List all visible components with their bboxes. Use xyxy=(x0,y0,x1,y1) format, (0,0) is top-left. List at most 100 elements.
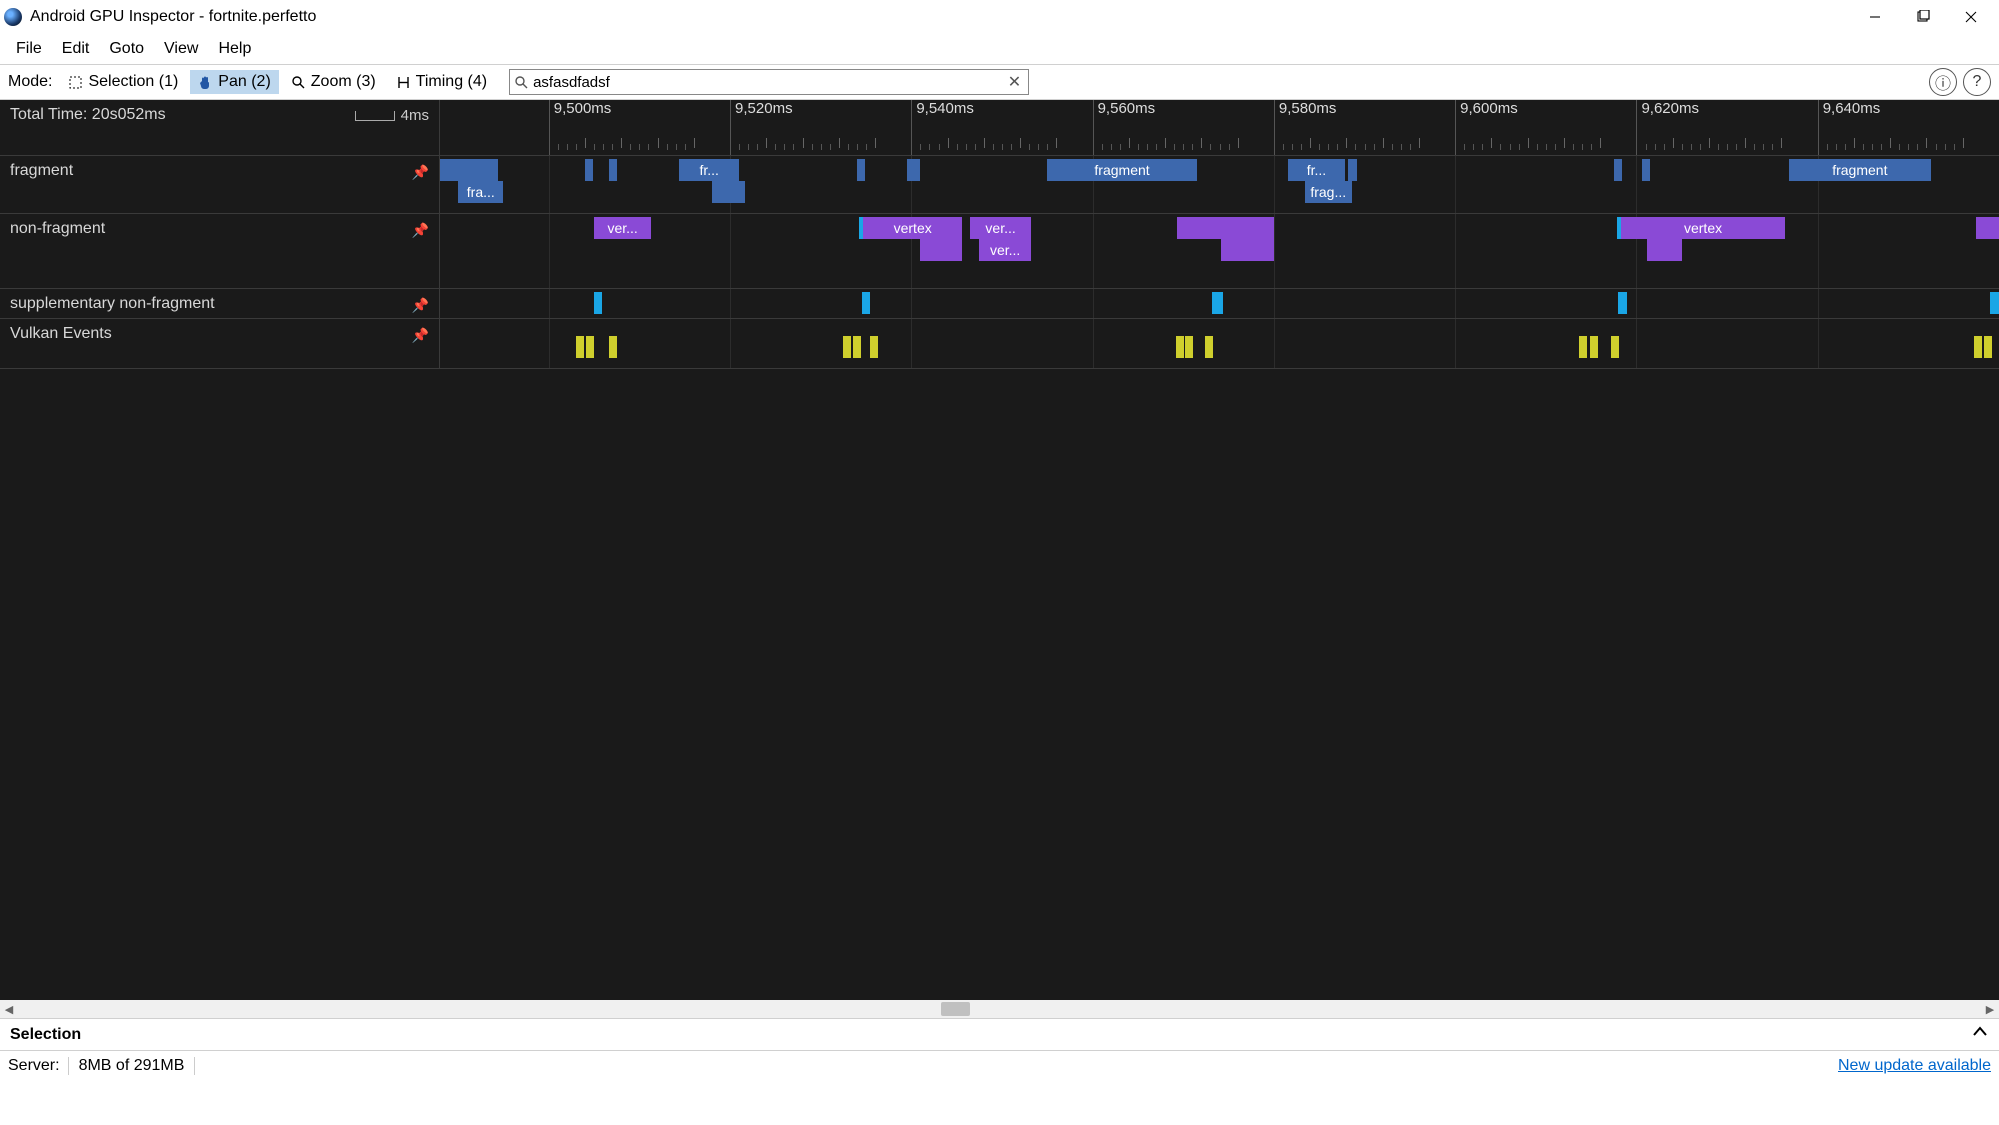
track-content[interactable]: fra...fr...fragmentfr...frag...fragment xyxy=(440,156,1999,213)
pin-icon[interactable]: 📌 xyxy=(412,297,429,314)
menu-help[interactable]: Help xyxy=(208,36,261,62)
timeline-segment[interactable] xyxy=(1976,217,1999,239)
zoom-icon xyxy=(291,75,306,90)
timeline-segment[interactable] xyxy=(1185,336,1193,358)
pin-icon[interactable]: 📌 xyxy=(412,327,429,344)
selection-panel-title: Selection xyxy=(10,1026,81,1044)
track-row: Vulkan Events 📌 xyxy=(0,319,1999,369)
timeline-segment[interactable] xyxy=(1177,217,1274,239)
title-bar: Android GPU Inspector - fortnite.perfett… xyxy=(0,0,1999,34)
timeline-segment[interactable] xyxy=(1579,336,1587,358)
pin-icon[interactable]: 📌 xyxy=(412,164,429,181)
track-label: Vulkan Events xyxy=(10,325,112,343)
track-content[interactable] xyxy=(440,319,1999,368)
mode-zoom-button[interactable]: Zoom (3) xyxy=(283,70,384,94)
timeline-segment[interactable]: vertex xyxy=(1621,217,1785,239)
timeline-segment[interactable] xyxy=(843,336,851,358)
timeline-segment[interactable]: fragment xyxy=(1789,159,1931,181)
timeline-segment[interactable] xyxy=(1205,336,1213,358)
info-button[interactable]: ⓘ xyxy=(1929,68,1957,96)
scroll-left-button[interactable]: ◀ xyxy=(0,1003,18,1016)
scroll-right-button[interactable]: ▶ xyxy=(1981,1003,1999,1016)
timeline-segment[interactable]: ver... xyxy=(979,239,1031,261)
track-content[interactable] xyxy=(440,289,1999,318)
search-icon xyxy=(514,75,529,90)
menu-view[interactable]: View xyxy=(154,36,208,62)
server-label: Server: xyxy=(8,1057,60,1075)
help-button[interactable]: ? xyxy=(1963,68,1991,96)
mode-timing-button[interactable]: Timing (4) xyxy=(388,70,495,94)
timeline-segment[interactable] xyxy=(586,336,594,358)
mode-selection-button[interactable]: Selection (1) xyxy=(60,70,186,94)
timeline-segment[interactable] xyxy=(1984,336,1992,358)
mode-pan-label: Pan (2) xyxy=(218,73,270,91)
chevron-up-icon[interactable] xyxy=(1971,1023,1989,1046)
timeline-segment[interactable]: fra... xyxy=(458,181,503,203)
pin-icon[interactable]: 📌 xyxy=(412,222,429,239)
timeline-segment[interactable] xyxy=(862,292,870,314)
timeline-segment[interactable]: ver... xyxy=(594,217,651,239)
hand-icon xyxy=(198,75,213,90)
selection-icon xyxy=(68,75,83,90)
minimize-button[interactable] xyxy=(1851,2,1899,32)
search-clear-button[interactable]: ✕ xyxy=(1005,72,1024,92)
timeline-segment[interactable] xyxy=(1348,159,1357,181)
close-button[interactable] xyxy=(1947,2,1995,32)
timeline-area[interactable]: Total Time: 20s052ms 4ms 9,500ms9,520ms9… xyxy=(0,100,1999,1000)
timeline-segment[interactable] xyxy=(1647,239,1681,261)
scroll-thumb[interactable] xyxy=(941,1002,970,1016)
menu-bar: File Edit Goto View Help xyxy=(0,34,1999,64)
selection-panel-header[interactable]: Selection xyxy=(0,1018,1999,1051)
timeline-segment[interactable] xyxy=(1614,159,1622,181)
timeline-segment[interactable]: fragment xyxy=(1047,159,1197,181)
maximize-button[interactable] xyxy=(1899,2,1947,32)
mode-label: Mode: xyxy=(8,73,52,91)
update-available-link[interactable]: New update available xyxy=(1838,1057,1991,1075)
timeline-segment[interactable] xyxy=(853,336,861,358)
app-logo-icon xyxy=(4,8,22,26)
timeline-segment[interactable] xyxy=(870,336,878,358)
timeline-segment[interactable] xyxy=(1221,239,1274,261)
timeline-segment[interactable] xyxy=(585,159,593,181)
scale-bracket-icon xyxy=(355,111,395,121)
menu-edit[interactable]: Edit xyxy=(52,36,100,62)
timeline-segment[interactable] xyxy=(712,181,746,203)
timeline-segment[interactable] xyxy=(1611,336,1619,358)
memory-usage: 8MB of 291MB xyxy=(68,1057,196,1075)
mode-pan-button[interactable]: Pan (2) xyxy=(190,70,278,94)
search-field[interactable]: ✕ xyxy=(509,69,1029,95)
timeline-segment[interactable] xyxy=(1176,336,1184,358)
timeline-segment[interactable] xyxy=(1212,292,1223,314)
timeline-segment[interactable] xyxy=(440,159,498,181)
timeline-segment[interactable]: vertex xyxy=(863,217,962,239)
track-label: non-fragment xyxy=(10,220,105,238)
timeline-segment[interactable] xyxy=(1590,336,1598,358)
timeline-segment[interactable] xyxy=(609,336,617,358)
timeline-segment[interactable] xyxy=(907,159,921,181)
menu-file[interactable]: File xyxy=(6,36,52,62)
timeline-ruler: Total Time: 20s052ms 4ms 9,500ms9,520ms9… xyxy=(0,100,1999,156)
toolbar: Mode: Selection (1) Pan (2) Zoom (3) Tim… xyxy=(0,64,1999,100)
timeline-segment[interactable] xyxy=(594,292,602,314)
timeline-segment[interactable] xyxy=(1618,292,1627,314)
search-input[interactable] xyxy=(533,74,1005,91)
timeline-segment[interactable] xyxy=(857,159,865,181)
timeline-segment[interactable] xyxy=(1990,292,1999,314)
track-row: non-fragment📌ver...vertexver...ver...ver… xyxy=(0,214,1999,289)
timeline-segment[interactable] xyxy=(576,336,584,358)
timeline-segment[interactable] xyxy=(609,159,617,181)
track-content[interactable]: ver...vertexver...ver...vertex xyxy=(440,214,1999,288)
timeline-hscrollbar[interactable]: ◀ ▶ xyxy=(0,1000,1999,1018)
timeline-segment[interactable]: frag... xyxy=(1305,181,1352,203)
total-time-label: Total Time: 20s052ms xyxy=(10,106,166,124)
track-label: supplementary non-fragment xyxy=(10,295,215,313)
timeline-segment[interactable]: fr... xyxy=(679,159,739,181)
menu-goto[interactable]: Goto xyxy=(99,36,154,62)
timing-icon xyxy=(396,75,411,90)
timeline-segment[interactable]: ver... xyxy=(970,217,1031,239)
timeline-segment[interactable] xyxy=(1642,159,1650,181)
timeline-segment[interactable] xyxy=(920,239,962,261)
timeline-segment[interactable]: fr... xyxy=(1288,159,1344,181)
timeline-segment[interactable] xyxy=(1974,336,1982,358)
track-label: fragment xyxy=(10,162,73,180)
